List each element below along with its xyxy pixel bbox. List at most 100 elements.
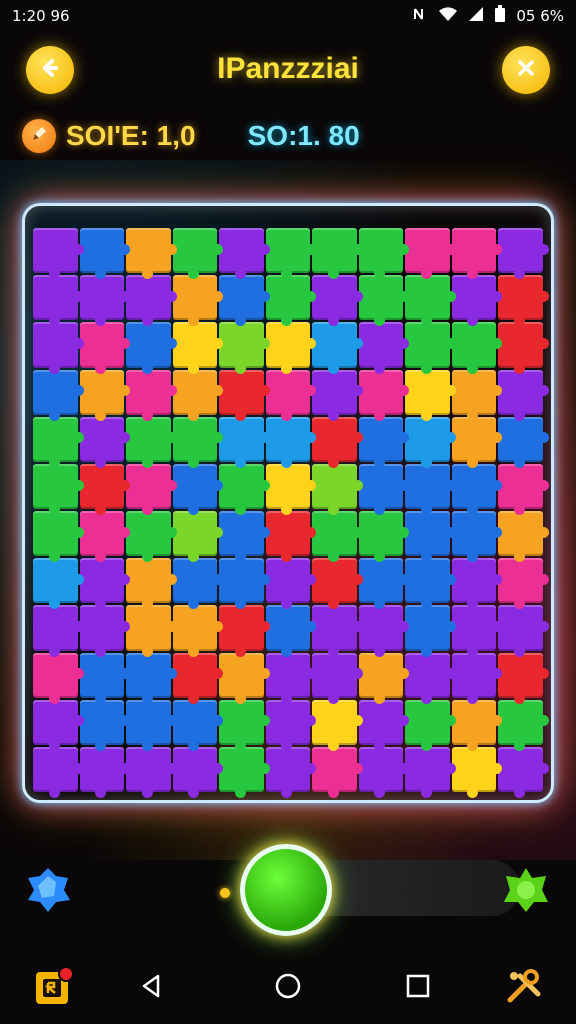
puzzle-piece[interactable] xyxy=(451,369,502,421)
puzzle-piece[interactable] xyxy=(451,652,502,704)
puzzle-piece[interactable] xyxy=(498,369,549,421)
puzzle-piece[interactable] xyxy=(79,322,130,374)
puzzle-piece[interactable] xyxy=(126,605,177,657)
puzzle-piece[interactable] xyxy=(405,652,456,704)
tools-button[interactable] xyxy=(502,966,546,1010)
puzzle-piece[interactable] xyxy=(219,558,270,610)
puzzle-piece[interactable] xyxy=(358,558,409,610)
puzzle-piece[interactable] xyxy=(126,699,177,752)
puzzle-piece[interactable] xyxy=(172,652,223,704)
puzzle-piece[interactable] xyxy=(33,558,84,610)
puzzle-piece[interactable] xyxy=(451,463,502,516)
puzzle-piece[interactable] xyxy=(265,228,316,280)
puzzle-piece[interactable] xyxy=(451,322,502,374)
puzzle-piece[interactable] xyxy=(451,558,502,610)
puzzle-piece[interactable] xyxy=(405,416,456,469)
store-button[interactable] xyxy=(30,966,74,1010)
puzzle-piece[interactable] xyxy=(219,605,270,657)
puzzle-piece[interactable] xyxy=(79,605,130,657)
puzzle-piece[interactable] xyxy=(172,746,223,799)
puzzle-piece[interactable] xyxy=(405,369,456,421)
puzzle-piece[interactable] xyxy=(172,416,223,469)
puzzle-piece[interactable] xyxy=(358,369,409,421)
puzzle-piece[interactable] xyxy=(451,699,502,752)
puzzle-piece[interactable] xyxy=(126,416,177,469)
puzzle-piece[interactable] xyxy=(498,699,549,752)
puzzle-piece[interactable] xyxy=(172,511,223,563)
puzzle-piece[interactable] xyxy=(358,275,409,327)
puzzle-piece[interactable] xyxy=(219,463,270,516)
puzzle-piece[interactable] xyxy=(265,746,316,799)
puzzle-piece[interactable] xyxy=(265,463,316,516)
puzzle-piece[interactable] xyxy=(126,463,177,516)
puzzle-piece[interactable] xyxy=(498,605,549,657)
puzzle-piece[interactable] xyxy=(126,746,177,799)
puzzle-piece[interactable] xyxy=(405,699,456,752)
puzzle-piece[interactable] xyxy=(126,558,177,610)
puzzle-piece[interactable] xyxy=(79,511,130,563)
puzzle-piece[interactable] xyxy=(126,228,177,280)
puzzle-piece[interactable] xyxy=(172,369,223,421)
puzzle-piece[interactable] xyxy=(33,605,84,657)
puzzle-piece[interactable] xyxy=(358,746,409,799)
puzzle-piece[interactable] xyxy=(33,369,84,421)
puzzle-piece[interactable] xyxy=(219,228,270,280)
puzzle-piece[interactable] xyxy=(79,416,130,469)
puzzle-piece[interactable] xyxy=(33,416,84,469)
puzzle-piece[interactable] xyxy=(172,228,223,280)
puzzle-piece[interactable] xyxy=(219,652,270,704)
puzzle-piece[interactable] xyxy=(451,511,502,563)
puzzle-piece[interactable] xyxy=(126,322,177,374)
puzzle-piece[interactable] xyxy=(358,511,409,563)
puzzle-piece[interactable] xyxy=(79,463,130,516)
puzzle-piece[interactable] xyxy=(79,699,130,752)
puzzle-piece[interactable] xyxy=(265,699,316,752)
puzzle-piece[interactable] xyxy=(312,322,363,374)
puzzle-piece[interactable] xyxy=(451,746,502,799)
puzzle-piece[interactable] xyxy=(405,605,456,657)
nav-home-button[interactable] xyxy=(266,966,310,1010)
puzzle-piece[interactable] xyxy=(498,416,549,469)
puzzle-piece[interactable] xyxy=(33,511,84,563)
puzzle-piece[interactable] xyxy=(498,746,549,799)
puzzle-piece[interactable] xyxy=(79,275,130,327)
slider-knob[interactable] xyxy=(240,844,332,936)
puzzle-piece[interactable] xyxy=(172,699,223,752)
puzzle-piece[interactable] xyxy=(312,605,363,657)
puzzle-piece[interactable] xyxy=(172,322,223,374)
puzzle-piece[interactable] xyxy=(451,605,502,657)
puzzle-piece[interactable] xyxy=(172,463,223,516)
puzzle-piece[interactable] xyxy=(358,322,409,374)
puzzle-piece[interactable] xyxy=(33,699,84,752)
puzzle-piece[interactable] xyxy=(219,699,270,752)
puzzle-piece[interactable] xyxy=(265,416,316,469)
puzzle-piece[interactable] xyxy=(498,652,549,704)
puzzle-piece[interactable] xyxy=(498,511,549,563)
puzzle-piece[interactable] xyxy=(405,275,456,327)
puzzle-piece[interactable] xyxy=(498,322,549,374)
puzzle-piece[interactable] xyxy=(498,463,549,516)
puzzle-piece[interactable] xyxy=(312,746,363,799)
puzzle-piece[interactable] xyxy=(312,416,363,469)
puzzle-piece[interactable] xyxy=(219,275,270,327)
puzzle-piece[interactable] xyxy=(312,369,363,421)
left-gem-button[interactable] xyxy=(24,866,70,912)
puzzle-piece[interactable] xyxy=(312,652,363,704)
puzzle-piece[interactable] xyxy=(451,228,502,280)
puzzle-piece[interactable] xyxy=(405,558,456,610)
puzzle-piece[interactable] xyxy=(33,463,84,516)
puzzle-piece[interactable] xyxy=(358,463,409,516)
close-button[interactable] xyxy=(502,46,550,94)
puzzle-piece[interactable] xyxy=(312,699,363,752)
puzzle-piece[interactable] xyxy=(451,416,502,469)
puzzle-piece[interactable] xyxy=(172,558,223,610)
puzzle-piece[interactable] xyxy=(219,416,270,469)
puzzle-piece[interactable] xyxy=(358,228,409,280)
puzzle-piece[interactable] xyxy=(312,275,363,327)
puzzle-piece[interactable] xyxy=(219,511,270,563)
nav-recents-button[interactable] xyxy=(396,966,440,1010)
puzzle-piece[interactable] xyxy=(265,275,316,327)
slider-track[interactable] xyxy=(300,860,520,916)
puzzle-piece[interactable] xyxy=(79,369,130,421)
puzzle-piece[interactable] xyxy=(219,746,270,799)
